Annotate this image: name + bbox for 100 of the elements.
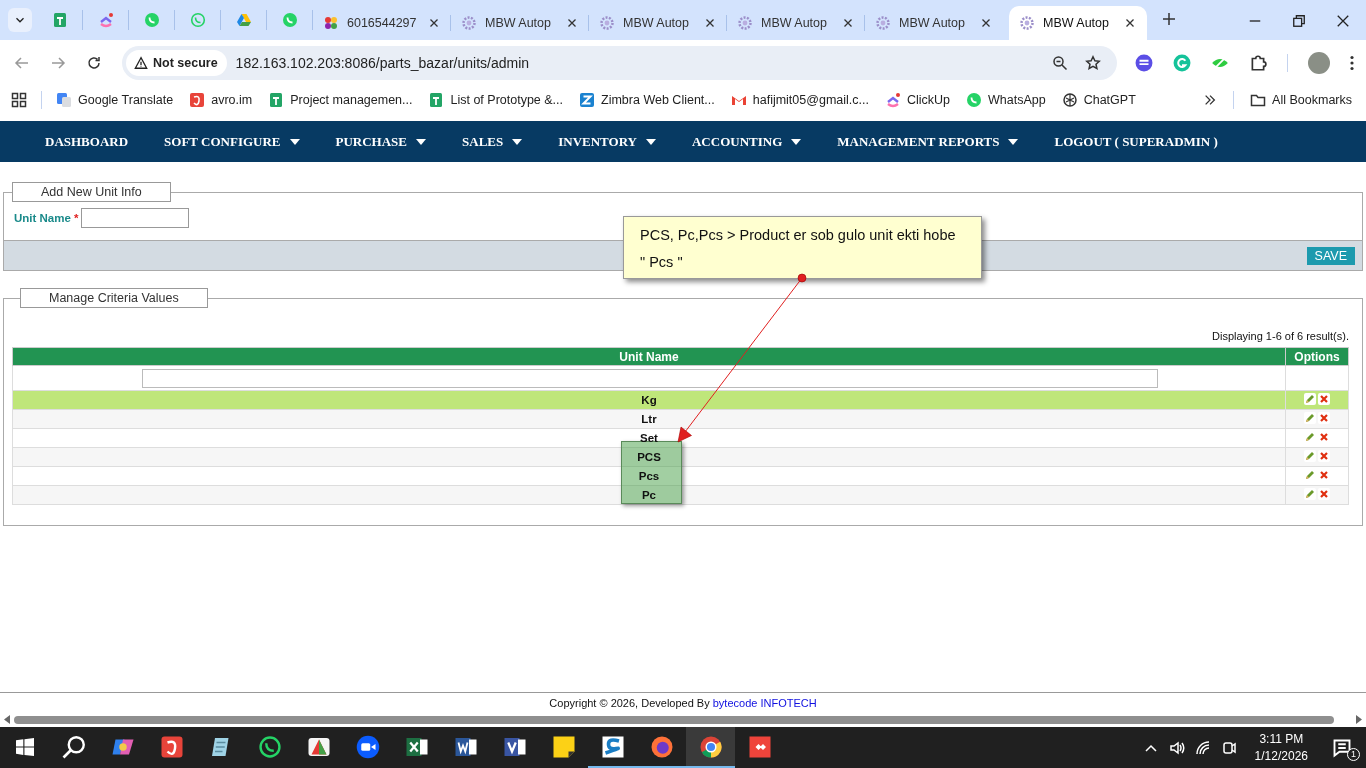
scroll-left-icon[interactable] <box>4 715 10 724</box>
pencil-icon[interactable] <box>1304 431 1316 443</box>
unit-name-cell: Pcs <box>638 470 660 482</box>
required-mark: * <box>73 212 79 224</box>
wave-tile-icon[interactable] <box>600 734 625 759</box>
bookmark[interactable]: ClickUp <box>884 91 950 108</box>
chat-bubble-icon <box>189 12 206 28</box>
browser-tab[interactable]: MBW Autop <box>589 6 727 40</box>
bookmark[interactable]: Google Translate <box>56 91 174 108</box>
more-menu-icon[interactable] <box>1350 55 1354 71</box>
nav-menu-item[interactable]: DASHBOARD <box>45 133 129 150</box>
puzzle-piece-icon[interactable] <box>1249 54 1267 72</box>
wifi-icon[interactable] <box>1194 739 1211 756</box>
close-icon[interactable] <box>1336 14 1350 28</box>
scroll-right-icon[interactable] <box>1356 715 1362 724</box>
filter-input[interactable] <box>142 368 1158 388</box>
video-camera-icon[interactable] <box>355 734 380 759</box>
nav-menu-item[interactable]: LOGOUT ( SUPERADMIN ) <box>1054 133 1218 150</box>
security-label: Not secure <box>153 56 218 70</box>
letter-tile-icon <box>189 91 206 108</box>
speaker-icon[interactable] <box>1168 739 1185 756</box>
annotation-text: " Pcs " <box>640 253 684 272</box>
pencil-icon[interactable] <box>1304 469 1316 481</box>
developer-link[interactable]: bytecode INFOTECH <box>712 696 817 709</box>
flower-icon <box>1019 15 1035 31</box>
unit-name-cell: Ltr <box>641 413 657 425</box>
delete-icon[interactable] <box>1318 431 1330 443</box>
caret-down-icon <box>791 138 802 145</box>
chat-bubble-icon[interactable] <box>257 734 282 759</box>
bookmark[interactable]: Project managemen... <box>268 91 413 108</box>
bookmark-folder[interactable]: All Bookmarks <box>1250 91 1352 108</box>
annotation-text: PCS, Pc,Pcs > Product er sob gulo unit ekti hobe <box>640 226 957 245</box>
spreadsheet-icon <box>268 91 285 108</box>
field-label: Unit Name <box>14 212 71 224</box>
fox-globe-icon[interactable] <box>649 734 674 759</box>
sticky-note-icon[interactable] <box>551 734 576 759</box>
diamond-tile-icon[interactable] <box>747 734 772 759</box>
unit-name-input[interactable] <box>81 208 190 228</box>
notification-badge: 1 <box>1347 747 1360 761</box>
webcam-icon[interactable] <box>1220 739 1237 756</box>
pencil-icon[interactable] <box>1304 412 1316 424</box>
delete-icon[interactable] <box>1318 469 1330 481</box>
nav-menu-item[interactable]: MANAGEMENT REPORTS <box>837 133 1019 150</box>
clock-date[interactable]: 1/12/2026 <box>1254 747 1308 765</box>
security-chip[interactable]: Not secure <box>126 50 227 76</box>
star-icon[interactable] <box>1085 55 1101 71</box>
address-bar[interactable]: Not secure 182.163.102.203:8086/parts_bazar/units/admin <box>122 46 1117 80</box>
search-icon[interactable] <box>61 734 86 759</box>
caret-down-icon <box>416 138 426 145</box>
letter-tile-icon[interactable] <box>159 734 184 759</box>
nav-menu-item[interactable]: INVENTORY <box>558 133 656 150</box>
forward-arrow-icon[interactable] <box>50 55 66 71</box>
result-summary: Displaying 1-6 of 6 result(s). <box>1212 330 1349 342</box>
browser-tab[interactable]: 6016544297 <box>313 6 451 40</box>
reload-icon[interactable] <box>86 55 102 71</box>
browser-icon[interactable] <box>698 734 723 759</box>
column-header: Options <box>1285 347 1349 366</box>
restore-icon[interactable] <box>1292 14 1306 28</box>
bookmark[interactable]: Zimbra Web Client... <box>579 91 715 108</box>
bookmark[interactable]: hafijmit05@gmail.c... <box>730 91 869 108</box>
unit-name-cell: PCS <box>637 451 661 463</box>
bookmark[interactable]: WhatsApp <box>966 91 1046 108</box>
nav-menu-item[interactable]: PURCHASE <box>335 133 426 150</box>
unit-name-cell: Pc <box>641 489 657 501</box>
zoom-out-icon[interactable] <box>1052 55 1068 71</box>
bookmark[interactable]: ChatGPT <box>1061 91 1136 108</box>
delete-icon[interactable] <box>1318 450 1330 462</box>
chevron-double-right-icon[interactable] <box>1203 92 1218 107</box>
windows-logo-icon[interactable] <box>15 737 34 756</box>
apps-grid-icon[interactable] <box>11 91 27 108</box>
tab-search-button[interactable] <box>8 8 32 32</box>
pencil-icon[interactable] <box>1304 393 1316 405</box>
delete-icon[interactable] <box>1318 412 1330 424</box>
flower-icon <box>599 15 615 31</box>
back-arrow-icon[interactable] <box>14 55 30 71</box>
pencil-icon[interactable] <box>1304 450 1316 462</box>
clock-time[interactable]: 3:11 PM <box>1254 730 1308 748</box>
browser-tab[interactable]: MBW Autop <box>1009 6 1147 40</box>
zigzag-tile-icon <box>579 91 596 108</box>
bookmark[interactable]: avro.im <box>189 91 253 108</box>
nav-menu-item[interactable]: SALES <box>462 133 523 150</box>
browser-tab[interactable]: MBW Autop <box>451 6 589 40</box>
nav-menu-item[interactable]: ACCOUNTING <box>692 133 802 150</box>
bookmark[interactable]: List of Prototype &... <box>428 91 564 108</box>
translate-icon <box>56 91 72 108</box>
chat-bubble-icon <box>281 12 298 28</box>
browser-tab[interactable]: MBW Autop <box>865 6 1003 40</box>
plus-icon[interactable] <box>1161 11 1177 27</box>
notification-icon[interactable] <box>1332 737 1352 758</box>
pencil-icon[interactable] <box>1304 488 1316 500</box>
delete-icon[interactable] <box>1318 393 1330 405</box>
caret-down-icon <box>512 138 523 145</box>
copyright-text: Copyright © 2026, Developed By <box>549 696 710 709</box>
caret-down-icon <box>646 138 656 145</box>
avatar[interactable] <box>1308 52 1330 74</box>
delete-icon[interactable] <box>1318 488 1330 500</box>
scrollbar-thumb[interactable] <box>14 715 1334 724</box>
extension-icon[interactable] <box>1135 54 1153 72</box>
browser-tab[interactable]: MBW Autop <box>727 6 865 40</box>
nav-menu-item[interactable]: SOFT CONFIGURE <box>164 133 300 150</box>
